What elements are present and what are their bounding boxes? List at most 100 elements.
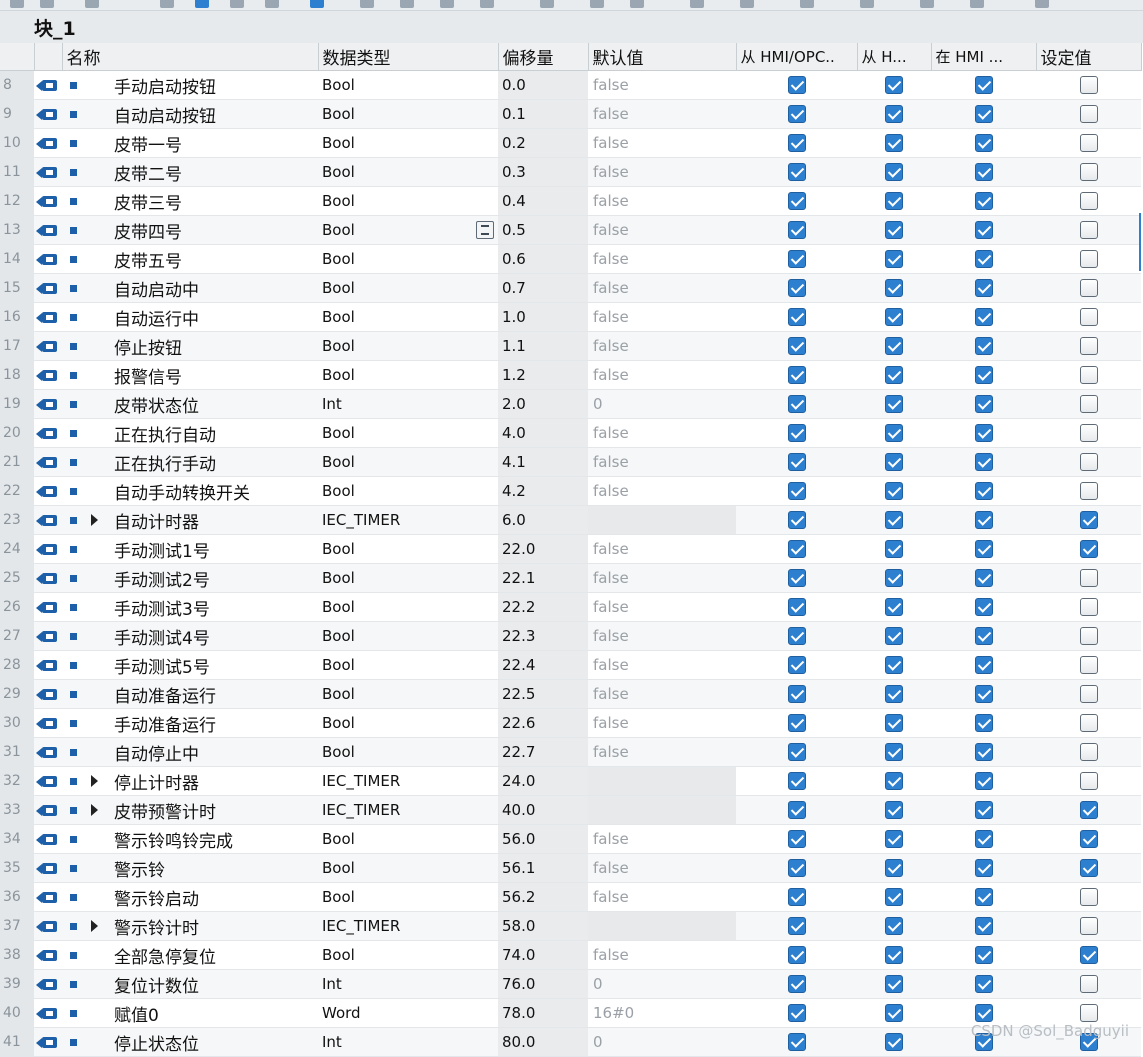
name-cell[interactable]: 警示铃 [62,853,318,883]
hmi-write-checkbox[interactable] [885,482,903,501]
table-row[interactable]: 13 皮带四号 Bool 0.5 false [0,215,1141,245]
hmi-visible-checkbox[interactable] [974,424,993,443]
toolbar-icon[interactable] [230,0,244,8]
setpoint-checkbox[interactable] [1079,1004,1098,1023]
name-cell[interactable]: 自动启动中 [62,273,318,303]
setpoint-checkbox[interactable] [1079,946,1098,965]
datatype-cell[interactable]: IEC_TIMER [318,911,498,941]
toolbar-icon[interactable] [160,0,174,8]
toolbar-icon[interactable] [85,0,99,8]
name-cell[interactable]: 自动停止中 [62,737,318,767]
hmi-access-checkbox[interactable] [787,308,806,327]
default-value-cell[interactable]: false [588,157,736,187]
hmi-access-checkbox[interactable] [787,772,806,791]
hmi-write-checkbox[interactable] [885,163,903,182]
hmi-write-checkbox[interactable] [885,859,903,878]
datatype-cell[interactable]: IEC_TIMER [318,795,498,825]
table-row[interactable]: 10 皮带一号 Bool 0.2 false [0,128,1141,158]
toolbar-icon[interactable] [195,0,209,8]
hmi-visible-checkbox[interactable] [974,975,993,994]
hmi-write-checkbox[interactable] [885,946,903,965]
hmi-write-checkbox[interactable] [885,772,903,791]
hmi-visible-checkbox[interactable] [974,685,993,704]
expand-arrow-icon[interactable] [91,920,98,932]
hmi-access-checkbox[interactable] [787,279,806,298]
table-row[interactable]: 29 自动准备运行 Bool 22.5 false [0,679,1141,709]
hmi-write-checkbox[interactable] [885,1033,903,1052]
name-cell[interactable]: 正在执行手动 [62,447,318,477]
datatype-cell[interactable]: Bool [318,360,498,390]
table-row[interactable]: 24 手动测试1号 Bool 22.0 false [0,534,1141,564]
header-datatype[interactable]: 数据类型 [318,43,499,71]
setpoint-checkbox[interactable] [1079,569,1098,588]
hmi-visible-checkbox[interactable] [974,946,993,965]
default-value-cell[interactable] [588,766,736,796]
hmi-access-checkbox[interactable] [787,453,806,472]
name-cell[interactable]: 手动测试3号 [62,592,318,622]
setpoint-checkbox[interactable] [1079,453,1098,472]
toolbar-icon[interactable] [590,0,604,8]
setpoint-checkbox[interactable] [1079,801,1098,820]
hmi-access-checkbox[interactable] [787,366,806,385]
hmi-write-checkbox[interactable] [885,76,903,95]
hmi-access-checkbox[interactable] [787,76,806,95]
default-value-cell[interactable]: 0 [588,1027,736,1057]
name-cell[interactable]: 皮带状态位 [62,389,318,419]
table-row[interactable]: 15 自动启动中 Bool 0.7 false [0,273,1141,303]
hmi-access-checkbox[interactable] [787,1004,806,1023]
setpoint-checkbox[interactable] [1079,221,1098,240]
toolbar-icon[interactable] [860,0,874,8]
datatype-cell[interactable]: Bool [318,534,498,564]
hmi-write-checkbox[interactable] [885,801,903,820]
name-cell[interactable]: 自动准备运行 [62,679,318,709]
header-setpoint[interactable]: 设定值 [1036,43,1142,71]
hmi-write-checkbox[interactable] [885,540,903,559]
toolbar-icon[interactable] [400,0,414,8]
hmi-access-checkbox[interactable] [787,946,806,965]
name-cell[interactable]: 警示铃计时 [62,911,318,941]
datatype-cell[interactable]: Bool [318,708,498,738]
hmi-write-checkbox[interactable] [885,888,903,907]
datatype-cell[interactable]: Bool [318,592,498,622]
datatype-cell[interactable]: Bool [318,215,498,245]
name-cell[interactable]: 警示铃鸣铃完成 [62,824,318,854]
datatype-cell[interactable]: Bool [318,882,498,912]
default-value-cell[interactable]: 0 [588,969,736,999]
hmi-write-checkbox[interactable] [885,656,903,675]
default-value-cell[interactable] [588,911,736,941]
default-value-cell[interactable]: false [588,186,736,216]
setpoint-checkbox[interactable] [1079,975,1098,994]
datatype-cell[interactable]: Bool [318,447,498,477]
hmi-visible-checkbox[interactable] [974,134,993,153]
name-cell[interactable]: 皮带一号 [62,128,318,158]
setpoint-checkbox[interactable] [1079,743,1098,762]
datatype-cell[interactable]: IEC_TIMER [318,766,498,796]
hmi-visible-checkbox[interactable] [974,163,993,182]
hmi-access-checkbox[interactable] [787,540,806,559]
toolbar-icon[interactable] [360,0,374,8]
default-value-cell[interactable]: false [588,360,736,390]
hmi-visible-checkbox[interactable] [974,743,993,762]
hmi-visible-checkbox[interactable] [974,76,993,95]
hmi-visible-checkbox[interactable] [974,917,993,936]
hmi-visible-checkbox[interactable] [974,830,993,849]
hmi-write-checkbox[interactable] [885,366,903,385]
setpoint-checkbox[interactable] [1079,308,1098,327]
datatype-cell[interactable]: Bool [318,679,498,709]
table-row[interactable]: 14 皮带五号 Bool 0.6 false [0,244,1141,274]
default-value-cell[interactable]: false [588,244,736,274]
hmi-access-checkbox[interactable] [787,598,806,617]
name-cell[interactable]: 自动手动转换开关 [62,476,318,506]
default-value-cell[interactable]: false [588,679,736,709]
setpoint-checkbox[interactable] [1079,105,1098,124]
default-value-cell[interactable]: false [588,447,736,477]
expand-arrow-icon[interactable] [91,775,98,787]
name-cell[interactable]: 复位计数位 [62,969,318,999]
name-cell[interactable]: 手动启动按钮 [62,70,318,100]
default-value-cell[interactable]: false [588,708,736,738]
name-cell[interactable]: 停止按钮 [62,331,318,361]
setpoint-checkbox[interactable] [1079,366,1098,385]
table-row[interactable]: 33 皮带预警计时 IEC_TIMER 40.0 [0,795,1141,825]
name-cell[interactable]: 全部急停复位 [62,940,318,970]
setpoint-checkbox[interactable] [1079,250,1098,269]
